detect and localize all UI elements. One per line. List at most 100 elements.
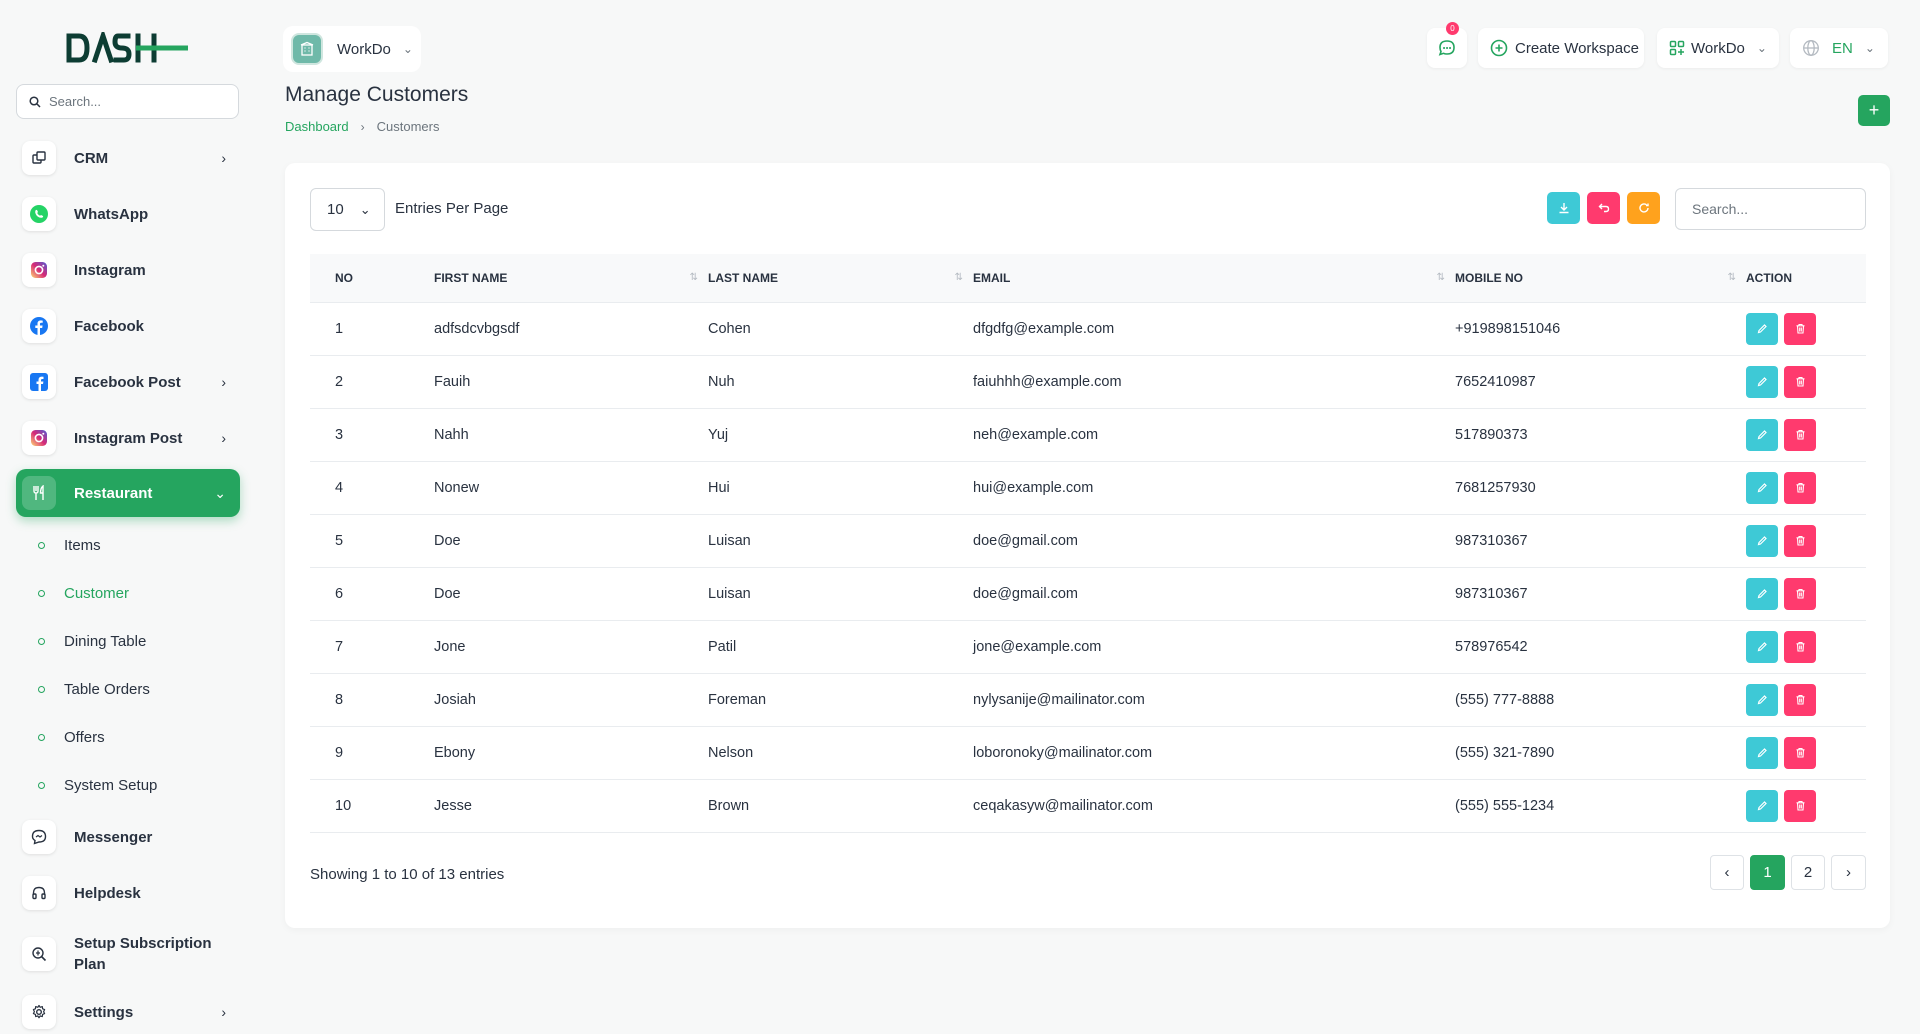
delete-button[interactable] — [1784, 365, 1816, 398]
sidebar: CRM › WhatsApp Instagram Facebook Facebo… — [0, 0, 256, 1034]
sidebar-item-facebook-post[interactable]: Facebook Post › — [16, 358, 240, 406]
sidebar-item-settings[interactable]: Settings › — [16, 988, 240, 1034]
sidebar-item-helpdesk[interactable]: Helpdesk — [16, 869, 240, 917]
column-header-first-name[interactable]: FIRST NAME ⇅ — [434, 254, 708, 303]
workspace-menu[interactable]: WorkDo ⌄ — [1657, 28, 1779, 68]
undo-icon — [1598, 203, 1609, 213]
refresh-button[interactable] — [1627, 192, 1660, 224]
pagination-prev[interactable]: ‹ — [1710, 855, 1744, 890]
bullet-icon — [38, 589, 45, 597]
notifications-button[interactable]: 0 — [1427, 22, 1467, 68]
workspace-menu-label: WorkDo — [1691, 39, 1745, 57]
pagination-page-1[interactable]: 1 — [1750, 855, 1785, 890]
sidebar-sub-customer[interactable]: Customer — [38, 578, 129, 608]
sidebar-item-restaurant[interactable]: Restaurant ⌄ — [16, 469, 240, 517]
column-header-no[interactable]: NO — [310, 254, 434, 303]
sidebar-item-setup-subscription-plan[interactable]: Setup Subscription Plan — [16, 924, 240, 984]
chevron-down-icon: ⌄ — [1864, 41, 1875, 55]
delete-button[interactable] — [1784, 736, 1816, 769]
facebook-icon — [22, 309, 56, 343]
delete-button[interactable] — [1784, 471, 1816, 504]
create-workspace-label: Create Workspace — [1515, 39, 1639, 57]
sidebar-item-facebook[interactable]: Facebook — [16, 302, 240, 350]
breadcrumb-dashboard[interactable]: Dashboard — [285, 119, 349, 134]
pagination-next[interactable]: › — [1831, 855, 1866, 890]
sidebar-item-label: Restaurant — [74, 484, 153, 502]
cell-action — [1746, 726, 1866, 780]
delete-button[interactable] — [1784, 789, 1816, 822]
create-workspace-button[interactable]: Create Workspace — [1478, 28, 1644, 68]
language-selector[interactable]: EN ⌄ — [1790, 28, 1888, 68]
sidebar-search-input[interactable] — [49, 94, 219, 109]
cell-last-name: Luisan — [708, 514, 973, 568]
edit-button[interactable] — [1746, 736, 1778, 769]
sidebar-item-instagram-post[interactable]: Instagram Post › — [16, 414, 240, 462]
reset-button[interactable] — [1587, 192, 1620, 224]
sidebar-search[interactable] — [16, 84, 239, 119]
cell-first-name: Josiah — [434, 673, 708, 727]
add-customer-button[interactable]: + — [1858, 95, 1890, 126]
delete-button[interactable] — [1784, 577, 1816, 610]
sidebar-item-whatsapp[interactable]: WhatsApp — [16, 190, 240, 238]
instagram-post-icon — [22, 421, 56, 455]
sidebar-sub-table-orders[interactable]: Table Orders — [38, 674, 150, 704]
cell-last-name: Nelson — [708, 726, 973, 780]
sidebar-sub-system-setup[interactable]: System Setup — [38, 770, 157, 800]
edit-button[interactable] — [1746, 789, 1778, 822]
table-row: 5 Doe Luisan doe@gmail.com 987310367 — [310, 514, 1866, 568]
cell-mobile-no: 578976542 — [1455, 620, 1746, 674]
column-header-mobile-no[interactable]: MOBILE NO ⇅ — [1455, 254, 1746, 303]
workspace-selector[interactable]: WorkDo ⌄ — [283, 26, 421, 72]
delete-button[interactable] — [1784, 524, 1816, 557]
cell-mobile-no: (555) 321-7890 — [1455, 726, 1746, 780]
sidebar-sub-items[interactable]: Items — [38, 530, 101, 560]
bullet-icon — [38, 733, 45, 741]
sidebar-sub-offers[interactable]: Offers — [38, 722, 105, 752]
column-header-email[interactable]: EMAIL ⇅ — [973, 254, 1455, 303]
cell-action — [1746, 673, 1866, 727]
sidebar-item-instagram[interactable]: Instagram — [16, 246, 240, 294]
download-icon — [1559, 203, 1568, 214]
edit-button[interactable] — [1746, 418, 1778, 451]
subscription-icon — [22, 937, 56, 971]
edit-button[interactable] — [1746, 312, 1778, 345]
edit-button[interactable] — [1746, 577, 1778, 610]
export-button[interactable] — [1547, 192, 1580, 224]
edit-button[interactable] — [1746, 365, 1778, 398]
restaurant-icon — [22, 476, 56, 510]
cell-no: 7 — [310, 620, 434, 674]
cell-mobile-no: (555) 555-1234 — [1455, 779, 1746, 833]
sidebar-item-label: Facebook — [74, 317, 145, 335]
table-search-input[interactable] — [1675, 188, 1866, 230]
table-header-row: NO FIRST NAME ⇅ LAST NAME ⇅ EMAIL ⇅ MOBILE … — [310, 254, 1866, 303]
entries-per-page-select[interactable]: 10 ⌄ — [310, 188, 385, 231]
cell-last-name: Hui — [708, 461, 973, 515]
cell-action — [1746, 461, 1866, 515]
trash-icon — [1796, 588, 1804, 599]
pencil-icon — [1757, 536, 1767, 546]
sidebar-item-crm[interactable]: CRM › — [16, 134, 240, 182]
dash-logo[interactable] — [66, 32, 190, 64]
delete-button[interactable] — [1784, 312, 1816, 345]
cell-mobile-no: (555) 777-8888 — [1455, 673, 1746, 727]
column-header-last-name[interactable]: LAST NAME ⇅ — [708, 254, 973, 303]
grid-icon — [1669, 40, 1685, 56]
chevron-down-icon: ⌄ — [1756, 41, 1767, 55]
chevron-down-icon: ⌄ — [402, 42, 413, 56]
edit-button[interactable] — [1746, 630, 1778, 663]
pencil-icon — [1757, 589, 1767, 599]
cell-action — [1746, 514, 1866, 568]
edit-button[interactable] — [1746, 471, 1778, 504]
cell-last-name: Yuj — [708, 408, 973, 462]
pagination-page-2[interactable]: 2 — [1791, 855, 1825, 890]
delete-button[interactable] — [1784, 418, 1816, 451]
sidebar-sub-dining-table[interactable]: Dining Table — [38, 626, 146, 656]
search-icon — [29, 95, 41, 108]
sidebar-item-messenger[interactable]: Messenger — [16, 813, 240, 861]
cell-action — [1746, 302, 1866, 356]
delete-button[interactable] — [1784, 630, 1816, 663]
edit-button[interactable] — [1746, 524, 1778, 557]
table-row: 4 Nonew Hui hui@example.com 7681257930 — [310, 461, 1866, 515]
edit-button[interactable] — [1746, 683, 1778, 716]
delete-button[interactable] — [1784, 683, 1816, 716]
